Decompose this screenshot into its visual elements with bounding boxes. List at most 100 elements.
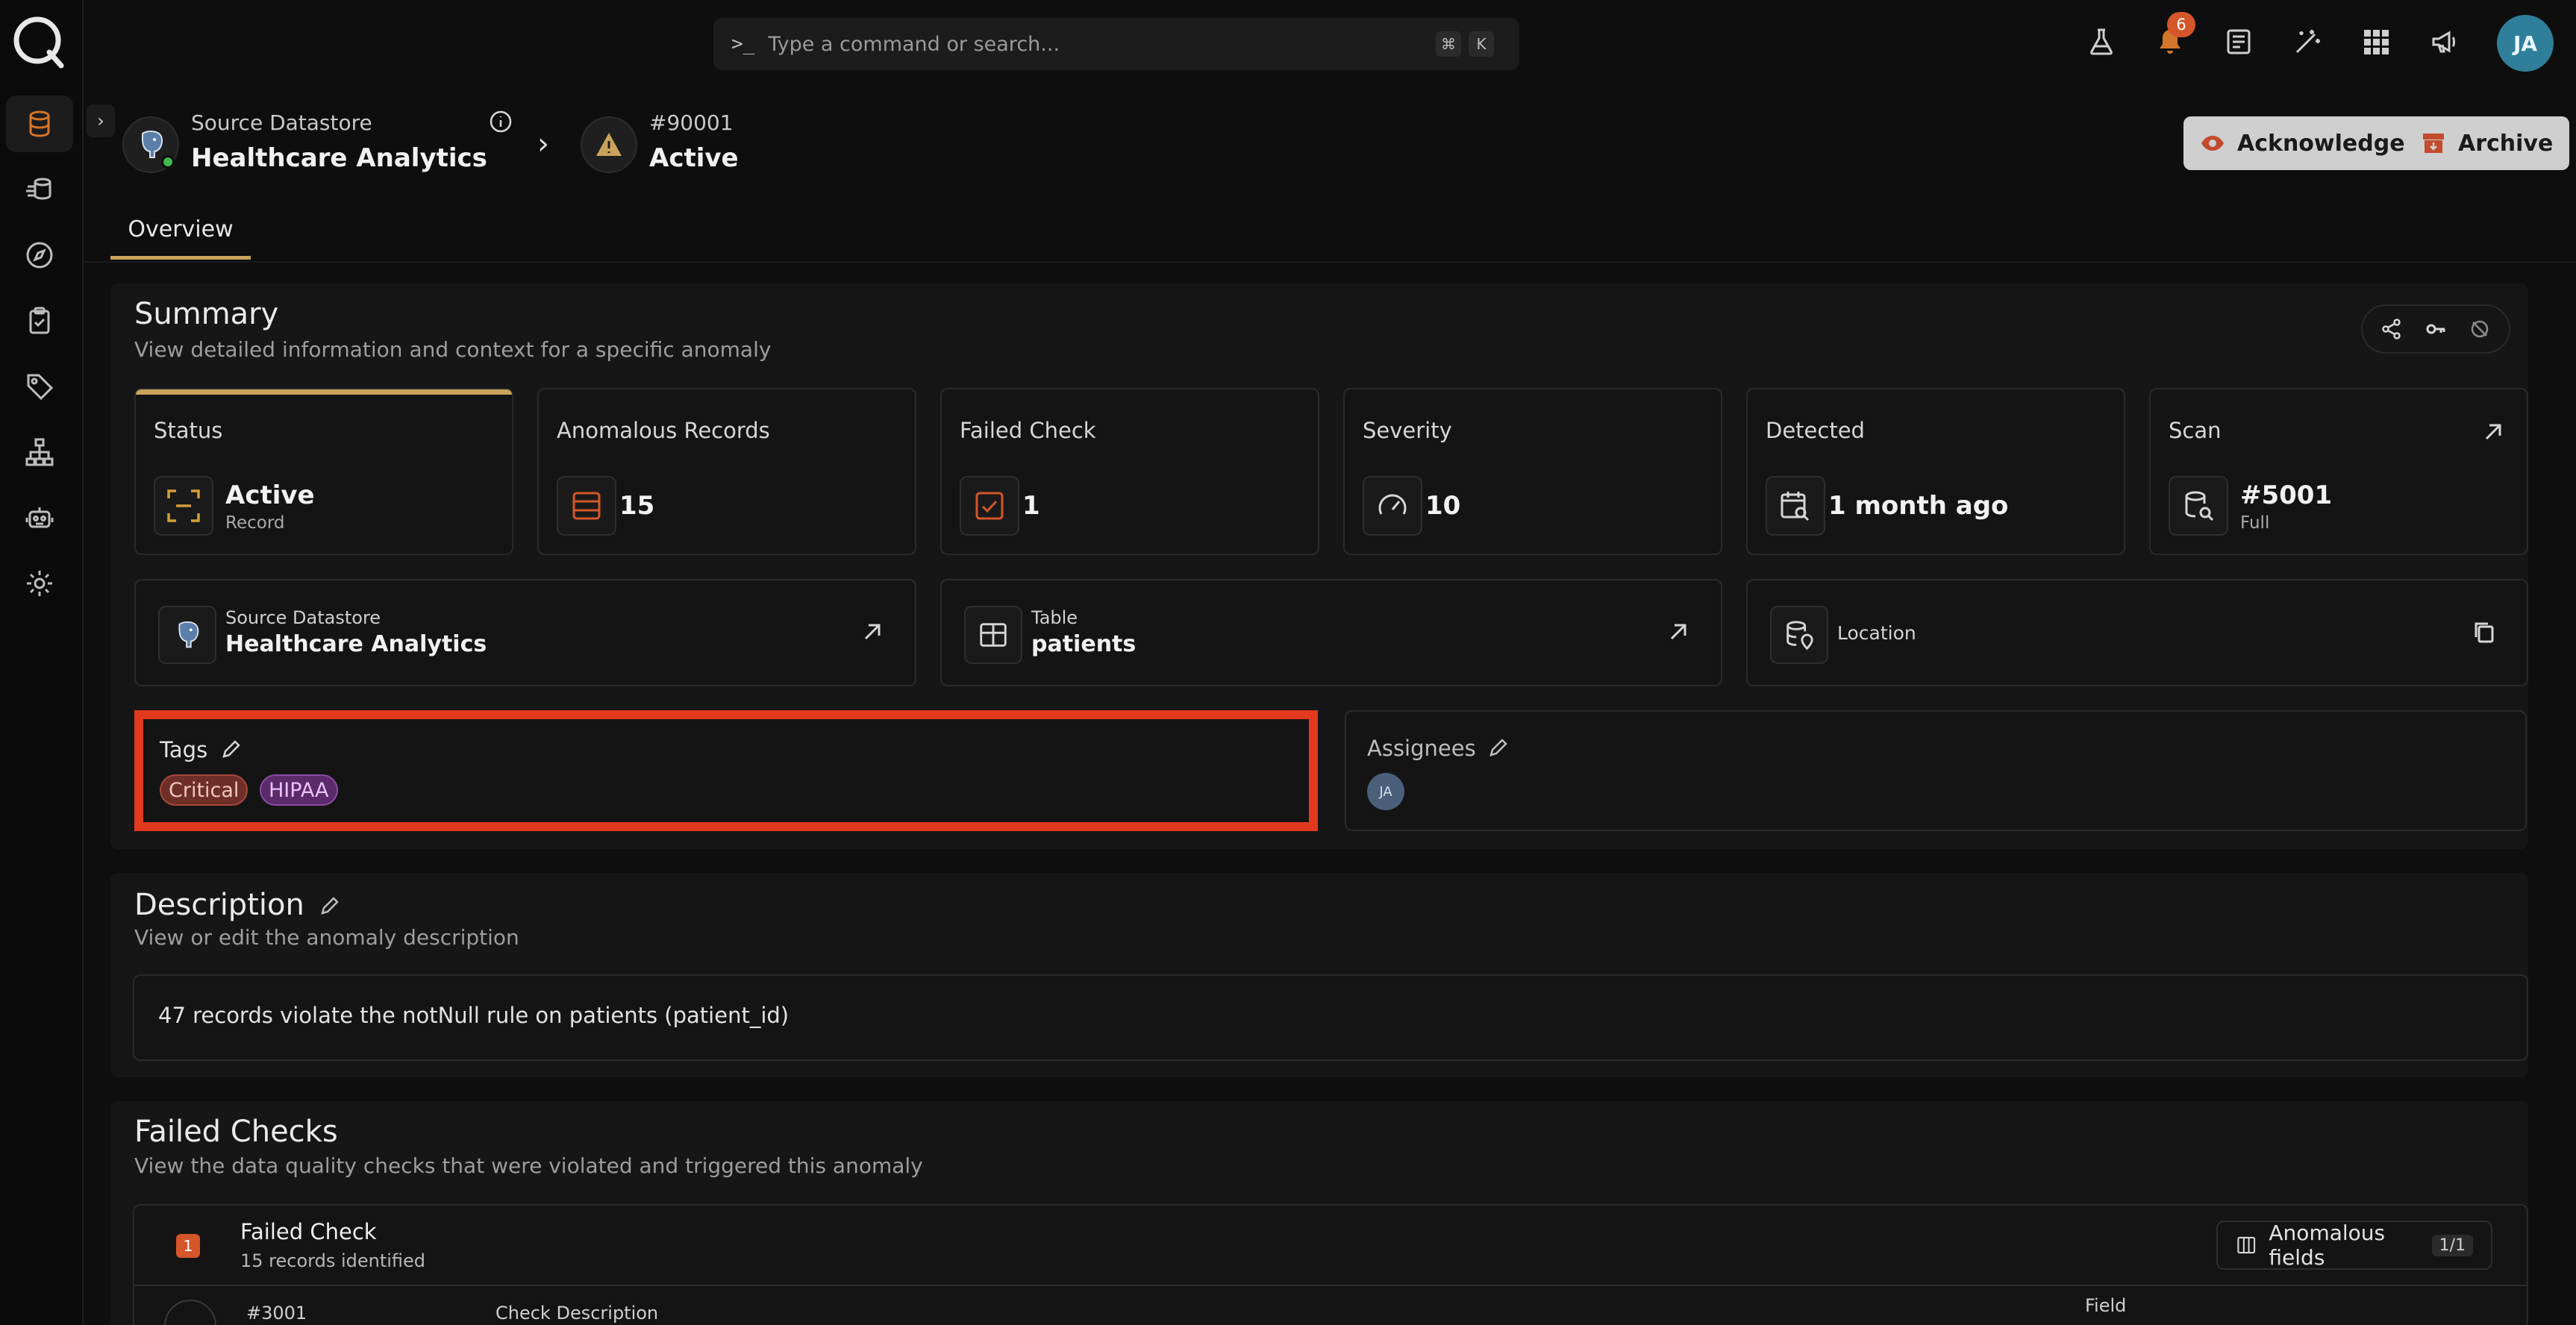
scan-value: #5001 xyxy=(2240,480,2333,510)
external-link-icon[interactable] xyxy=(1666,619,1691,645)
external-link-icon[interactable] xyxy=(860,619,885,645)
field-header: Field xyxy=(2085,1295,2127,1316)
edit-tags-pencil-icon[interactable] xyxy=(221,739,242,759)
datastore-link-label: Source Datastore xyxy=(225,607,381,628)
notifications-button[interactable]: 6 xyxy=(2149,12,2195,63)
failed-check-item-sub: 15 records identified xyxy=(240,1250,426,1271)
detected-card: Detected 1 month ago xyxy=(1746,388,2125,555)
command-search-input[interactable]: >_ Type a command or search... ⌘ K xyxy=(713,18,1519,70)
edit-assignees-pencil-icon[interactable] xyxy=(1488,737,1509,758)
location-card: Location xyxy=(1746,579,2528,686)
tag-icon xyxy=(27,374,54,401)
external-link-icon[interactable] xyxy=(2480,419,2506,445)
rows-icon xyxy=(572,492,601,520)
magic-button[interactable] xyxy=(2286,21,2328,63)
warning-triangle-icon xyxy=(596,133,622,156)
severity-label: Severity xyxy=(1363,418,1452,443)
document-icon xyxy=(2227,29,2251,54)
edit-description-pencil-icon[interactable] xyxy=(319,895,340,916)
breadcrumb-datastore-label: Source Datastore xyxy=(191,110,372,135)
nav-datastores[interactable] xyxy=(6,95,73,152)
breadcrumb-datastore-name[interactable]: Healthcare Analytics xyxy=(191,143,487,173)
anomalous-fields-count: 1/1 xyxy=(2431,1234,2473,1256)
expand-sidebar-button[interactable]: › xyxy=(87,104,115,137)
eye-icon xyxy=(2201,136,2224,151)
nav-explore[interactable] xyxy=(6,227,73,284)
failed-check-item-title: Failed Check xyxy=(240,1219,377,1244)
scan-card[interactable]: Scan #5001 Full xyxy=(2149,388,2528,555)
app-logo-icon[interactable] xyxy=(10,13,67,70)
acknowledge-label: Acknowledge xyxy=(2237,130,2405,157)
status-sub: Record xyxy=(225,513,285,533)
user-avatar[interactable]: JA xyxy=(2497,15,2554,72)
datastore-link-card[interactable]: Source Datastore Healthcare Analytics xyxy=(134,579,916,686)
robot-icon xyxy=(25,507,54,528)
archive-box-icon xyxy=(2423,134,2444,153)
gauge-icon xyxy=(1378,494,1407,515)
anomaly-avatar xyxy=(581,116,637,173)
compass-icon xyxy=(26,242,53,269)
nav-hierarchy[interactable] xyxy=(6,424,73,480)
apps-button[interactable] xyxy=(2355,21,2397,63)
datastore-link-icon-box xyxy=(158,606,216,664)
failed-checks-subtitle: View the data quality checks that were v… xyxy=(134,1153,923,1178)
archive-label: Archive xyxy=(2458,130,2554,157)
detected-icon-box xyxy=(1766,476,1825,536)
nav-checks[interactable] xyxy=(6,292,73,349)
table-link-label: Table xyxy=(1031,607,1078,628)
severity-icon-box xyxy=(1363,476,1422,536)
announcements-button[interactable] xyxy=(2424,21,2466,63)
nav-agents[interactable] xyxy=(6,489,73,546)
calendar-search-icon xyxy=(1781,492,1810,521)
check-description-header: Check Description xyxy=(495,1303,659,1324)
nav-tags[interactable] xyxy=(6,358,73,415)
record-frame-icon xyxy=(167,489,200,522)
anomalous-records-card: Anomalous Records 15 xyxy=(537,388,916,555)
info-icon[interactable] xyxy=(488,109,513,134)
search-placeholder: Type a command or search... xyxy=(768,32,1060,56)
table-link-card[interactable]: Table patients xyxy=(940,579,1722,686)
failed-check-value: 1 xyxy=(1022,491,1040,521)
labs-button[interactable] xyxy=(2081,21,2122,63)
hierarchy-icon xyxy=(25,438,54,466)
check-row-id[interactable]: #3001 xyxy=(246,1303,307,1324)
database-icon xyxy=(29,110,50,137)
top-bar: >_ Type a command or search... ⌘ K 6 JA xyxy=(84,0,2576,84)
share-icon[interactable] xyxy=(2380,318,2403,340)
left-nav xyxy=(0,0,84,1325)
assignee-avatar[interactable]: JA xyxy=(1367,773,1404,810)
tags-section xyxy=(134,710,1318,831)
summary-subtitle: View detailed information and context fo… xyxy=(134,337,772,362)
tag-critical[interactable]: Critical xyxy=(160,774,248,806)
tab-divider xyxy=(84,261,2576,263)
notification-count-badge: 6 xyxy=(2167,12,2195,37)
table-link-icon-box xyxy=(964,606,1022,664)
scan-label: Scan xyxy=(2169,418,2222,443)
failed-check-icon-box xyxy=(960,476,1019,536)
failed-check-card: Failed Check 1 xyxy=(940,388,1319,555)
anomalous-fields-button[interactable]: Anomalous fields 1/1 xyxy=(2216,1221,2492,1270)
tags-label: Tags xyxy=(160,737,208,762)
breadcrumb-separator-icon: › xyxy=(537,127,549,161)
columns-icon xyxy=(2237,1236,2256,1254)
hide-icon[interactable] xyxy=(2469,318,2491,340)
copy-icon[interactable] xyxy=(2472,619,2497,645)
datastore-link-value: Healthcare Analytics xyxy=(225,631,487,657)
status-label: Status xyxy=(154,418,223,443)
tab-overview[interactable]: Overview xyxy=(110,216,251,260)
nav-settings[interactable] xyxy=(6,555,73,612)
tag-hipaa[interactable]: HIPAA xyxy=(260,774,338,806)
location-label: Location xyxy=(1837,622,1916,644)
nav-flows[interactable] xyxy=(6,161,73,218)
table-link-value: patients xyxy=(1031,631,1137,657)
description-text: 47 records violate the notNull rule on p… xyxy=(158,1003,790,1028)
acknowledge-button[interactable]: Acknowledge xyxy=(2183,116,2422,170)
failed-check-item xyxy=(133,1204,2528,1325)
chevron-right-icon: › xyxy=(97,110,104,131)
description-title: Description xyxy=(134,888,304,922)
failed-checks-title: Failed Checks xyxy=(134,1115,338,1149)
failed-check-divider xyxy=(134,1285,2527,1286)
key-icon[interactable] xyxy=(2425,318,2447,340)
logs-button[interactable] xyxy=(2218,21,2260,63)
archive-button[interactable]: Archive xyxy=(2404,116,2570,170)
